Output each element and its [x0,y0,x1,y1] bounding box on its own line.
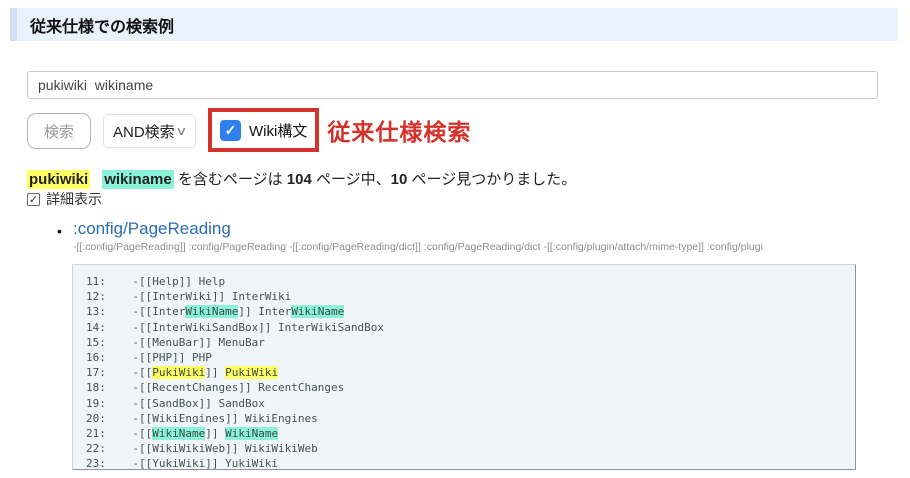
search-input[interactable] [27,71,878,99]
wiki-syntax-label[interactable]: Wiki構文 [249,120,307,141]
total-page-count: 104 [287,171,312,188]
annotation-highlight-box: ✓ Wiki構文 [208,108,319,152]
wiki-syntax-checkbox[interactable]: ✓ [220,120,241,141]
detail-display-label[interactable]: 詳細表示 [46,189,102,209]
highlighted-term: WikiName [185,305,238,318]
detail-display-row: ✓ 詳細表示 [27,189,102,209]
checkmark-icon: ✓ [225,122,237,139]
search-term-1: pukiwiki [27,170,90,189]
result-text: を含むページは [174,171,287,188]
detail-display-checkbox[interactable]: ✓ [27,193,40,206]
search-term-2: wikiname [102,170,174,189]
highlighted-term: WikiName [225,427,278,440]
search-mode-select[interactable]: AND検索 ∨ [103,114,196,148]
matched-raw-text: -[[:config/PageReading]] :config/PageRea… [73,241,907,253]
code-line: 15: -[[MenuBar]] MenuBar [86,335,847,350]
search-controls: 検索 AND検索 ∨ ✓ Wiki構文 従来仕様検索 [27,108,471,152]
code-line: 19: -[[SandBox]] SandBox [86,396,847,411]
code-line: 12: -[[InterWiki]] InterWiki [86,289,847,304]
page-title: 従来仕様での検索例 [30,13,174,37]
annotation-text: 従来仕様検索 [327,113,471,147]
code-line: 18: -[[RecentChanges]] RecentChanges [86,380,847,395]
result-summary: pukiwiki wikiname を含むページは 104 ページ中、10 ページ… [27,168,576,189]
search-button[interactable]: 検索 [27,113,91,149]
result-list-item: • :config/PageReading [57,219,231,239]
code-line: 23: -[[YukiWiki]] YukiWiki [86,456,847,470]
search-mode-value: AND検索 [113,121,175,142]
result-text: ページ見つかりました。 [407,171,576,188]
highlighted-term: WikiName [152,427,205,440]
section-header: 従来仕様での検索例 [10,8,898,41]
code-line: 17: -[[PukiWiki]] PukiWiki [86,365,847,380]
result-text: ページ中、 [312,171,391,188]
highlighted-term: PukiWiki [225,366,278,379]
highlighted-term: WikiName [291,305,344,318]
found-page-count: 10 [391,171,408,188]
code-line: 22: -[[WikiWikiWeb]] WikiWikiWeb [86,441,847,456]
checkmark-icon: ✓ [29,193,38,206]
page: 従来仕様での検索例 検索 AND検索 ∨ ✓ Wiki構文 従来仕様検索 puk… [0,0,910,478]
code-block: 11: -[[Help]] Help12: -[[InterWiki]] Int… [72,264,856,470]
code-line: 16: -[[PHP]] PHP [86,350,847,365]
code-line: 20: -[[WikiEngines]] WikiEngines [86,411,847,426]
code-line: 11: -[[Help]] Help [86,274,847,289]
code-line: 21: -[[WikiName]] WikiName [86,426,847,441]
bullet-icon: • [57,223,62,239]
highlighted-term: PukiWiki [152,366,205,379]
page-link-config-pagereading[interactable]: :config/PageReading [73,219,231,238]
chevron-down-icon: ∨ [175,124,187,138]
code-line: 13: -[[InterWikiName]] InterWikiName [86,304,847,319]
code-line: 14: -[[InterWikiSandBox]] InterWikiSandB… [86,320,847,335]
